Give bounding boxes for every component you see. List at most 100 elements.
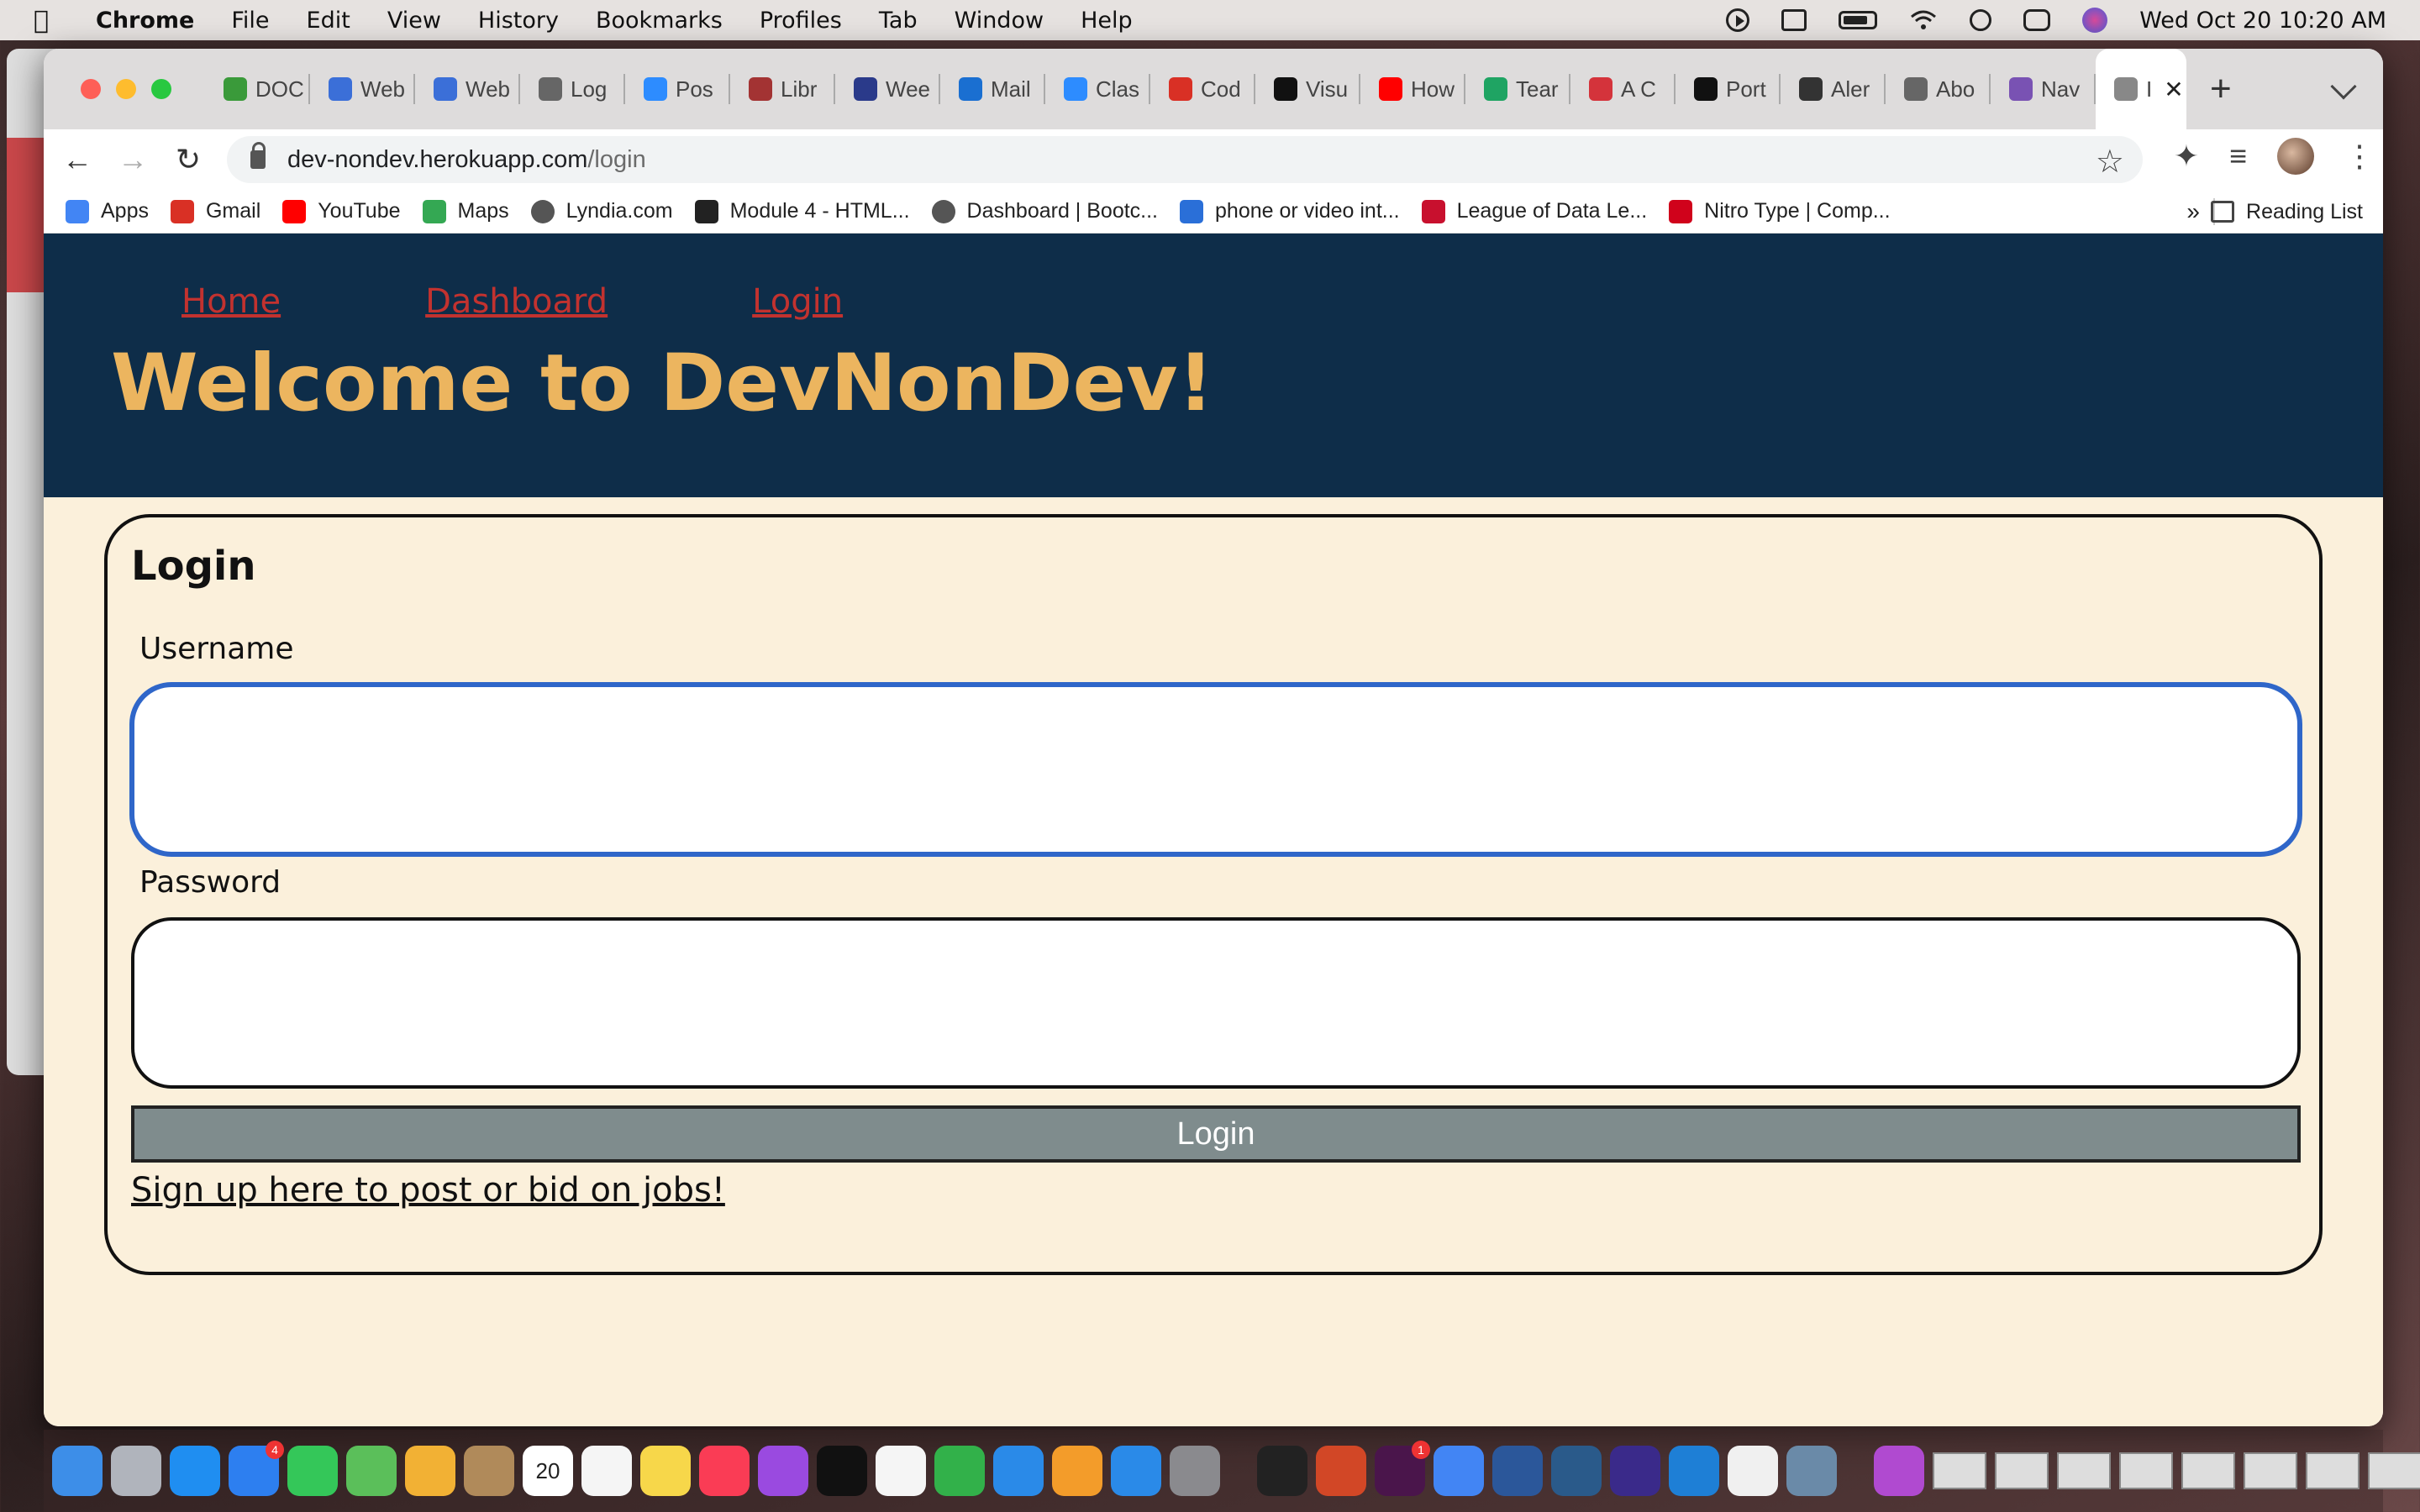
- back-button[interactable]: ←: [55, 138, 99, 181]
- bookmark-item[interactable]: Nitro Type | Comp...: [1669, 199, 1891, 223]
- profile-avatar[interactable]: [2277, 138, 2314, 175]
- pages-icon[interactable]: [1052, 1446, 1102, 1496]
- maps-icon[interactable]: [346, 1446, 397, 1496]
- bookmark-item[interactable]: Maps: [422, 199, 509, 223]
- browser-tab[interactable]: Mail: [940, 49, 1045, 129]
- chrome-icon[interactable]: [1434, 1446, 1484, 1496]
- browser-tab[interactable]: DOC: [205, 49, 310, 129]
- minimized-window-thumbnail[interactable]: [2057, 1452, 2111, 1489]
- minimized-window-thumbnail[interactable]: [2244, 1452, 2297, 1489]
- powerpoint-icon[interactable]: [1316, 1446, 1366, 1496]
- contacts-icon[interactable]: [464, 1446, 514, 1496]
- battery-icon[interactable]: [1839, 11, 1878, 29]
- minimized-window-thumbnail[interactable]: [2368, 1452, 2420, 1489]
- siri-icon[interactable]: [2082, 8, 2108, 33]
- browser-tab[interactable]: A C: [1570, 49, 1676, 129]
- forward-button[interactable]: →: [111, 138, 155, 181]
- bookmark-item[interactable]: Apps: [66, 199, 149, 223]
- podcasts-icon[interactable]: [758, 1446, 808, 1496]
- vscode-icon[interactable]: [1669, 1446, 1719, 1496]
- browser-tab[interactable]: Nav: [1991, 49, 2096, 129]
- mysql-workbench-icon[interactable]: [1551, 1446, 1602, 1496]
- music-icon[interactable]: [699, 1446, 750, 1496]
- nav-home-link[interactable]: Home: [182, 282, 281, 321]
- password-input[interactable]: [131, 917, 2301, 1089]
- slack-icon[interactable]: 1: [1375, 1441, 1430, 1496]
- login-submit-button[interactable]: Login: [131, 1105, 2301, 1163]
- reading-list-button[interactable]: Reading List: [2211, 190, 2363, 234]
- media-queue-icon[interactable]: ≡: [2229, 139, 2247, 174]
- calendar-icon[interactable]: 20: [523, 1446, 573, 1496]
- safari-icon[interactable]: [170, 1446, 220, 1496]
- control-center-icon[interactable]: [2023, 9, 2051, 31]
- zoom-window-button[interactable]: [151, 79, 171, 99]
- wifi-icon[interactable]: [1909, 9, 1938, 31]
- textedit-icon[interactable]: [1728, 1446, 1778, 1496]
- menu-file[interactable]: File: [213, 8, 287, 34]
- browser-tab[interactable]: Port: [1676, 49, 1781, 129]
- finder-icon[interactable]: [52, 1446, 103, 1496]
- browser-tab[interactable]: Web: [415, 49, 520, 129]
- nav-login-link[interactable]: Login: [752, 282, 843, 321]
- menu-bookmarks[interactable]: Bookmarks: [577, 8, 741, 34]
- notes-icon[interactable]: [640, 1446, 691, 1496]
- extensions-puzzle-icon[interactable]: ✦: [2174, 139, 2199, 174]
- browser-tab[interactable]: Pos: [625, 49, 730, 129]
- tv-icon[interactable]: [817, 1446, 867, 1496]
- browser-tab[interactable]: Web: [310, 49, 415, 129]
- bookmark-item[interactable]: Lyndia.com: [530, 199, 673, 223]
- close-window-button[interactable]: [81, 79, 101, 99]
- signup-link[interactable]: Sign up here to post or bid on jobs!: [131, 1171, 725, 1210]
- bookmark-star-icon[interactable]: ☆: [2096, 143, 2124, 181]
- browser-tab[interactable]: Cod: [1150, 49, 1255, 129]
- bookmark-item[interactable]: Gmail: [170, 199, 260, 223]
- minimized-window-thumbnail[interactable]: [2181, 1452, 2235, 1489]
- menu-app-name[interactable]: Chrome: [71, 8, 213, 34]
- minimized-window-thumbnail[interactable]: [2119, 1452, 2173, 1489]
- mail-icon[interactable]: 4: [229, 1441, 284, 1496]
- now-playing-icon[interactable]: [1726, 8, 1750, 32]
- terminal-icon[interactable]: [1257, 1446, 1307, 1496]
- bookmark-item[interactable]: League of Data Le...: [1421, 199, 1647, 223]
- browser-tab[interactable]: Clas: [1045, 49, 1150, 129]
- lock-icon[interactable]: [250, 142, 266, 169]
- browser-tab[interactable]: Log: [520, 49, 625, 129]
- numbers-icon[interactable]: [934, 1446, 985, 1496]
- bookmark-item[interactable]: YouTube: [282, 199, 401, 223]
- menu-history[interactable]: History: [460, 8, 577, 34]
- menu-view[interactable]: View: [369, 8, 460, 34]
- bookmark-item[interactable]: Dashboard | Bootc...: [931, 199, 1158, 223]
- menu-window[interactable]: Window: [936, 8, 1062, 34]
- menu-edit[interactable]: Edit: [288, 8, 369, 34]
- minimized-window-thumbnail[interactable]: [1933, 1452, 1986, 1489]
- minimized-window-thumbnail[interactable]: [2306, 1452, 2360, 1489]
- bookmark-item[interactable]: Module 4 - HTML...: [694, 199, 910, 223]
- browser-tab[interactable]: Wee: [835, 49, 940, 129]
- browser-tab[interactable]: Libr: [730, 49, 835, 129]
- menu-tab[interactable]: Tab: [860, 8, 936, 34]
- browser-tab[interactable]: Visu: [1255, 49, 1360, 129]
- keynote-icon[interactable]: [993, 1446, 1044, 1496]
- app-store-icon[interactable]: [1111, 1446, 1161, 1496]
- address-bar[interactable]: dev-nondev.herokuapp.com/login ☆: [227, 136, 2143, 183]
- new-tab-button[interactable]: +: [2210, 68, 2232, 110]
- menu-profiles[interactable]: Profiles: [741, 8, 860, 34]
- photos-icon[interactable]: [405, 1446, 455, 1496]
- minimize-window-button[interactable]: [116, 79, 136, 99]
- system-preferences-icon[interactable]: [1170, 1446, 1220, 1496]
- bookmark-item[interactable]: phone or video int...: [1180, 199, 1400, 223]
- browser-tab[interactable]: How: [1360, 49, 1465, 129]
- time-machine-icon[interactable]: [1874, 1446, 1924, 1496]
- browser-tab[interactable]: Aler: [1781, 49, 1886, 129]
- spotlight-search-icon[interactable]: [1970, 9, 1992, 31]
- tab-search-chevron-icon[interactable]: [2330, 73, 2357, 100]
- nav-dashboard-link[interactable]: Dashboard: [425, 282, 608, 321]
- word-icon[interactable]: [1492, 1446, 1543, 1496]
- reload-button[interactable]: ↻: [166, 138, 210, 181]
- screen-time-icon[interactable]: [1781, 9, 1807, 31]
- bookmarks-overflow-button[interactable]: »: [2186, 198, 2200, 225]
- browser-tab[interactable]: Abo: [1886, 49, 1991, 129]
- menu-help[interactable]: Help: [1062, 8, 1151, 34]
- launchpad-icon[interactable]: [111, 1446, 161, 1496]
- chrome-menu-icon[interactable]: ⋮: [2344, 139, 2375, 174]
